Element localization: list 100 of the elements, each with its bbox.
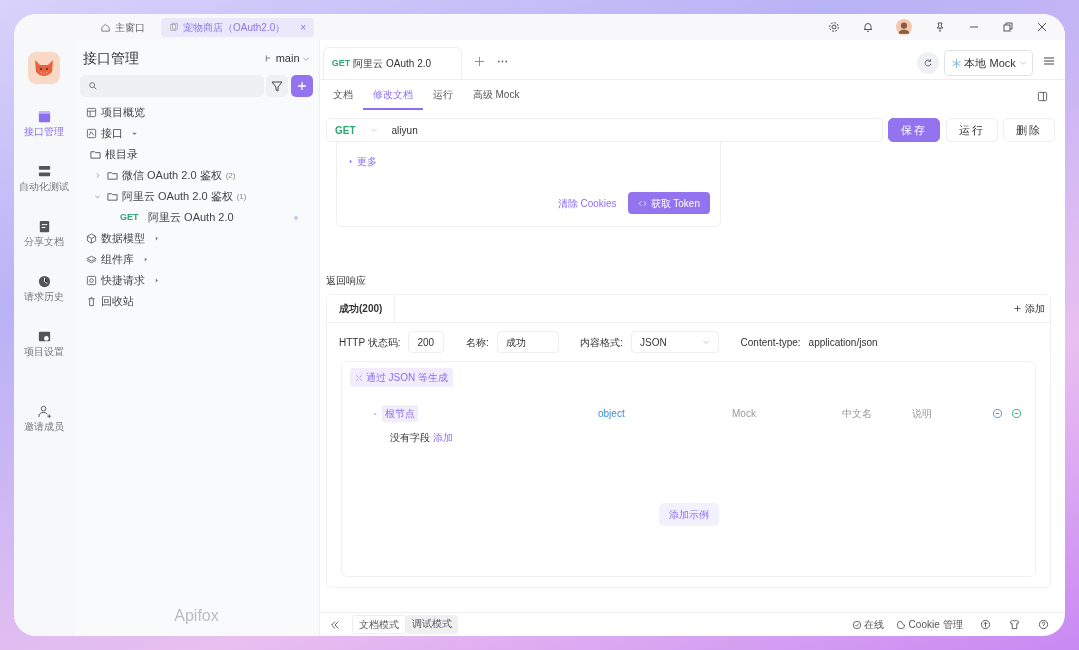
home-icon bbox=[100, 21, 111, 33]
add-response-button[interactable]: 添加 bbox=[1012, 301, 1045, 316]
doc-tab[interactable]: 修改文档 bbox=[362, 87, 423, 110]
tree-item[interactable]: 快捷请求 bbox=[80, 270, 313, 291]
rail-item[interactable]: 分享文档 bbox=[24, 206, 64, 261]
folder-icon bbox=[90, 149, 101, 160]
cube-icon bbox=[86, 233, 97, 244]
help-icon[interactable] bbox=[1038, 619, 1049, 630]
field-value: application/json bbox=[808, 335, 878, 350]
action-button[interactable]: 删除 bbox=[1003, 118, 1055, 142]
response-tab[interactable]: 成功(200) bbox=[327, 295, 396, 322]
method-tag: GET bbox=[120, 210, 139, 225]
rail-item[interactable]: 请求历史 bbox=[24, 261, 64, 316]
environment-selector[interactable]: 本地 Mock bbox=[944, 50, 1033, 77]
endpoint-name: 阿里云 OAuth 2.0 bbox=[148, 210, 235, 226]
chevron-down-icon bbox=[369, 126, 378, 134]
avatar-icon[interactable] bbox=[896, 19, 912, 35]
rail-item[interactable]: 项目设置 bbox=[24, 316, 64, 371]
notification-bell-icon[interactable] bbox=[862, 21, 874, 33]
close-icon[interactable] bbox=[1036, 21, 1048, 33]
branch-selector[interactable]: main bbox=[263, 50, 311, 67]
clock-icon bbox=[36, 273, 52, 289]
pin-icon[interactable] bbox=[934, 21, 946, 33]
filter-icon bbox=[271, 79, 284, 92]
mode-tab[interactable]: 调试模式 bbox=[405, 615, 458, 634]
search-field[interactable] bbox=[80, 74, 264, 97]
type-value[interactable]: object bbox=[598, 406, 732, 421]
action-button[interactable]: 运行 bbox=[945, 118, 998, 142]
restore-icon[interactable] bbox=[1002, 21, 1014, 33]
layout-icon bbox=[86, 107, 97, 118]
doc-tab[interactable]: 文档 bbox=[322, 87, 363, 110]
copy-icon bbox=[169, 22, 179, 32]
online-status[interactable]: 在线 bbox=[851, 617, 885, 632]
input-field[interactable]: 200 bbox=[408, 331, 445, 353]
upload-icon[interactable] bbox=[980, 619, 991, 630]
filter-button[interactable] bbox=[266, 74, 289, 97]
doc-tab[interactable]: 运行 bbox=[422, 87, 463, 110]
tree-item[interactable]: GET 阿里云 OAuth 2.0 bbox=[80, 207, 313, 228]
tree-item[interactable]: 数据模型 bbox=[80, 228, 313, 249]
snowflake-icon bbox=[950, 57, 962, 69]
cookie-manager-button[interactable]: Cookie 管理 bbox=[895, 617, 963, 632]
refresh-button[interactable] bbox=[916, 51, 939, 74]
caret-down-icon bbox=[372, 410, 378, 417]
sidebar-title: 接口管理 bbox=[82, 49, 139, 68]
tab-title: 阿里云 OAuth 2.0 bbox=[353, 57, 432, 71]
clear-cookies-link[interactable]: 清除 Cookies bbox=[557, 195, 617, 211]
brand-logo: Apifox bbox=[173, 606, 220, 626]
app-logo bbox=[28, 52, 60, 84]
chevron-down-icon bbox=[302, 54, 311, 63]
add-example-button[interactable]: 添加示例 bbox=[658, 503, 719, 526]
tree-item[interactable]: 组件库 bbox=[80, 249, 313, 270]
get-token-button[interactable]: 获取 Token bbox=[627, 192, 710, 214]
tree-item[interactable]: 阿里云 OAuth 2.0 鉴权 (1) bbox=[80, 186, 313, 207]
rail-item[interactable]: 自动化测试 bbox=[19, 151, 69, 206]
more-toggle[interactable]: 更多 bbox=[347, 154, 710, 169]
method-tag: GET bbox=[331, 56, 351, 71]
plus-icon bbox=[1012, 304, 1022, 313]
layers-icon bbox=[86, 254, 97, 265]
section-title: 返回响应 bbox=[326, 274, 367, 288]
field-label: HTTP 状态码: bbox=[339, 335, 401, 350]
folder-icon bbox=[107, 170, 118, 181]
rail-item[interactable]: 邀请成员 bbox=[24, 391, 64, 446]
menu-icon[interactable] bbox=[1043, 55, 1055, 67]
tree-item[interactable]: 接口 bbox=[80, 123, 313, 144]
settings-icon[interactable] bbox=[828, 21, 840, 33]
api-icon bbox=[36, 108, 52, 124]
tree-item[interactable]: 回收站 bbox=[80, 291, 313, 312]
empty-message: 没有字段 bbox=[390, 431, 430, 445]
rail-item[interactable]: 接口管理 bbox=[24, 96, 64, 151]
save-button[interactable]: 保存 bbox=[888, 118, 940, 142]
target-icon bbox=[86, 275, 97, 286]
plus-icon[interactable] bbox=[474, 56, 486, 67]
item-count: (1) bbox=[236, 190, 247, 203]
remove-icon[interactable] bbox=[1011, 408, 1022, 419]
window-tab[interactable]: 主窗口 bbox=[92, 17, 153, 37]
image-icon bbox=[86, 128, 97, 139]
add-button[interactable] bbox=[291, 74, 313, 97]
shirt-icon[interactable] bbox=[1009, 619, 1020, 630]
status-dot-icon bbox=[293, 214, 299, 221]
item-count: (2) bbox=[225, 169, 236, 182]
mode-tab[interactable]: 文档模式 bbox=[351, 615, 406, 634]
collapse-icon[interactable] bbox=[330, 619, 340, 630]
doc-tab[interactable]: 高级 Mock bbox=[462, 87, 530, 110]
field-label: 名称: bbox=[466, 335, 489, 350]
panel-icon[interactable] bbox=[1037, 91, 1049, 102]
add-user-icon bbox=[36, 403, 52, 419]
tree-item[interactable]: 根目录 bbox=[80, 144, 313, 165]
refresh-icon bbox=[922, 57, 933, 68]
url-field[interactable]: GET aliyun bbox=[326, 118, 883, 142]
chevron-down-icon bbox=[1018, 59, 1027, 68]
code-icon bbox=[637, 198, 647, 208]
tree-item[interactable]: 微信 OAuth 2.0 鉴权 (2) bbox=[80, 165, 313, 186]
request-tab[interactable]: GET 阿里云 OAuth 2.0 bbox=[322, 47, 463, 79]
tree-item[interactable]: 项目概览 bbox=[80, 102, 313, 123]
plus-icon bbox=[296, 79, 308, 92]
format-select[interactable]: JSON bbox=[631, 331, 720, 353]
field-label: 内容格式: bbox=[580, 335, 624, 350]
input-field[interactable]: 成功 bbox=[496, 331, 559, 353]
folder-icon bbox=[107, 191, 118, 202]
add-field-link[interactable]: 添加 bbox=[432, 430, 453, 445]
